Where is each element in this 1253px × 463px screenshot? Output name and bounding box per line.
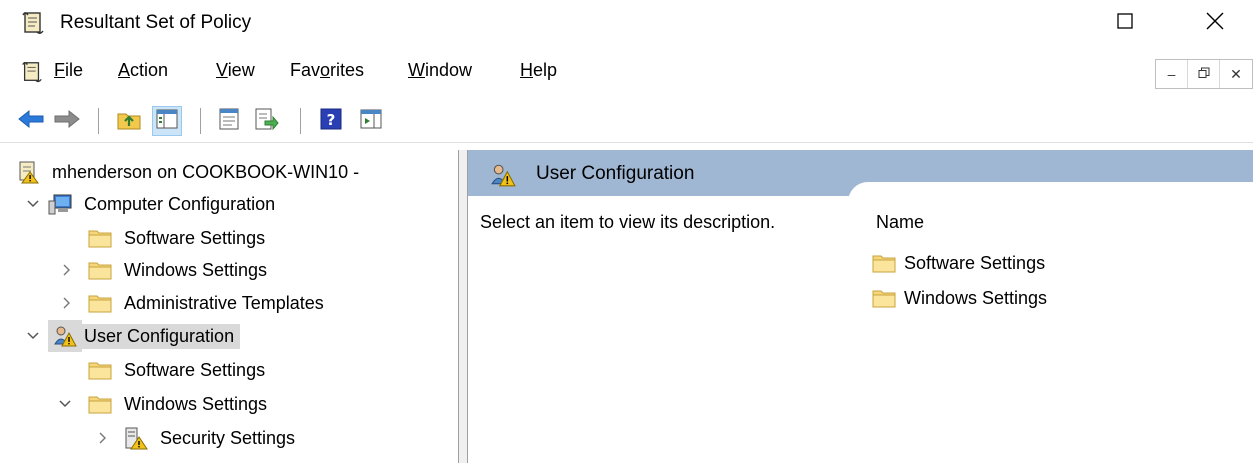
chevron-right-icon[interactable] (56, 287, 78, 319)
up-folder-icon (117, 108, 141, 135)
header-decoration (848, 182, 1253, 202)
tree-item-label: mhenderson on COOKBOOK-WIN10 - (52, 161, 360, 182)
toolbar-separator (98, 108, 99, 134)
forward-arrow-icon (54, 109, 80, 134)
console-tree: mhenderson on COOKBOOK-WIN10 - Computer … (0, 150, 458, 463)
computer-icon (48, 192, 72, 216)
mdi-restore-button[interactable] (1188, 60, 1220, 88)
mdi-minimize-button[interactable]: – (1156, 60, 1188, 88)
list-item-label: Software Settings (904, 252, 1046, 273)
help-icon: ? (320, 108, 342, 135)
tree-item-label: Software Settings (124, 227, 266, 248)
tree-item-label: Computer Configuration (84, 193, 276, 214)
details-header-title: User Configuration (536, 163, 695, 184)
menu-bar: File Action View Favorites Window Help (0, 52, 1253, 92)
title-bar: Resultant Set of Policy (0, 0, 1253, 46)
folder-icon (88, 226, 112, 250)
minimize-icon: – (1167, 66, 1176, 82)
security-settings-icon (124, 426, 148, 450)
maximize-button[interactable] (1090, 0, 1160, 46)
tree-item-user-configuration[interactable]: User Configuration (22, 320, 241, 352)
rsop-warning-icon (16, 160, 40, 184)
tree-item-uc-software-settings[interactable]: Software Settings (88, 354, 271, 386)
user-warning-icon (490, 162, 516, 188)
description-text: Select an item to view its description. (480, 212, 776, 232)
help-button[interactable]: ? (316, 106, 346, 136)
details-pane: User Configuration Select an item to vie… (468, 150, 1253, 463)
pane-splitter[interactable] (458, 150, 468, 463)
menu-help[interactable]: Help (520, 60, 557, 81)
tree-item-cc-windows-settings[interactable]: Windows Settings (56, 254, 273, 286)
properties-button[interactable] (214, 106, 244, 136)
restore-icon (1198, 66, 1210, 82)
properties-icon (218, 108, 240, 135)
user-warning-icon (48, 320, 82, 352)
list-item[interactable]: Windows Settings (872, 283, 1047, 313)
chevron-down-icon[interactable] (22, 188, 44, 220)
svg-text:?: ? (327, 111, 336, 129)
show-hide-action-pane-button[interactable] (356, 106, 386, 136)
chevron-right-icon[interactable] (92, 422, 114, 454)
tree-item-computer-configuration[interactable]: Computer Configuration (22, 188, 281, 220)
forward-button[interactable] (52, 106, 82, 136)
menu-window[interactable]: Window (408, 60, 472, 81)
action-pane-icon (360, 109, 382, 134)
tree-item-label: User Configuration (82, 323, 241, 349)
folder-icon (88, 392, 112, 416)
export-list-button[interactable] (252, 106, 282, 136)
tree-item-uc-security-settings[interactable]: Security Settings (92, 422, 301, 454)
rsop-scroll-icon (20, 10, 46, 36)
chevron-right-icon[interactable] (56, 254, 78, 286)
back-button[interactable] (16, 106, 46, 136)
menu-action[interactable]: Action (118, 60, 168, 81)
toolbar-separator (200, 108, 201, 134)
maximize-icon (1117, 12, 1133, 34)
toolbar-separator (300, 108, 301, 134)
mdi-window-controls: – ✕ (1155, 59, 1253, 89)
toolbar-divider (0, 142, 1253, 143)
export-list-icon (255, 108, 279, 135)
tree-item-label: Software Settings (124, 359, 266, 380)
tree-item-label: Windows Settings (124, 393, 268, 414)
system-menu-icon[interactable] (20, 60, 44, 84)
chevron-down-icon[interactable] (22, 320, 44, 352)
folder-icon (88, 258, 112, 282)
toolbar: ? (0, 98, 1253, 142)
close-icon: ✕ (1230, 65, 1242, 82)
folder-icon (88, 291, 112, 315)
mdi-close-button[interactable]: ✕ (1220, 60, 1252, 88)
tree-item-cc-administrative-templates[interactable]: Administrative Templates (56, 287, 330, 319)
folder-icon (88, 358, 112, 382)
close-icon (1206, 12, 1224, 35)
back-arrow-icon (18, 109, 44, 134)
folder-icon (872, 286, 896, 310)
window-title: Resultant Set of Policy (60, 12, 252, 33)
tree-item-label: Administrative Templates (124, 292, 324, 313)
chevron-down-icon[interactable] (54, 388, 76, 420)
tree-item-cc-software-settings[interactable]: Software Settings (88, 222, 271, 254)
show-hide-console-tree-button[interactable] (152, 106, 182, 136)
list-item[interactable]: Software Settings (872, 248, 1045, 278)
list-item-label: Windows Settings (904, 287, 1048, 308)
folder-icon (872, 251, 896, 275)
column-header-name[interactable]: Name (876, 212, 924, 233)
tree-item-root[interactable]: mhenderson on COOKBOOK-WIN10 - (16, 156, 365, 188)
menu-view[interactable]: View (216, 60, 255, 81)
menu-file[interactable]: File (54, 60, 83, 81)
tree-item-uc-windows-settings[interactable]: Windows Settings (54, 388, 273, 420)
tree-item-label: Security Settings (160, 427, 296, 448)
show-hide-tree-icon (156, 109, 178, 134)
close-button[interactable] (1180, 0, 1250, 46)
tree-item-label: Windows Settings (124, 259, 268, 280)
up-one-level-button[interactable] (114, 106, 144, 136)
menu-favorites[interactable]: Favorites (290, 60, 364, 81)
